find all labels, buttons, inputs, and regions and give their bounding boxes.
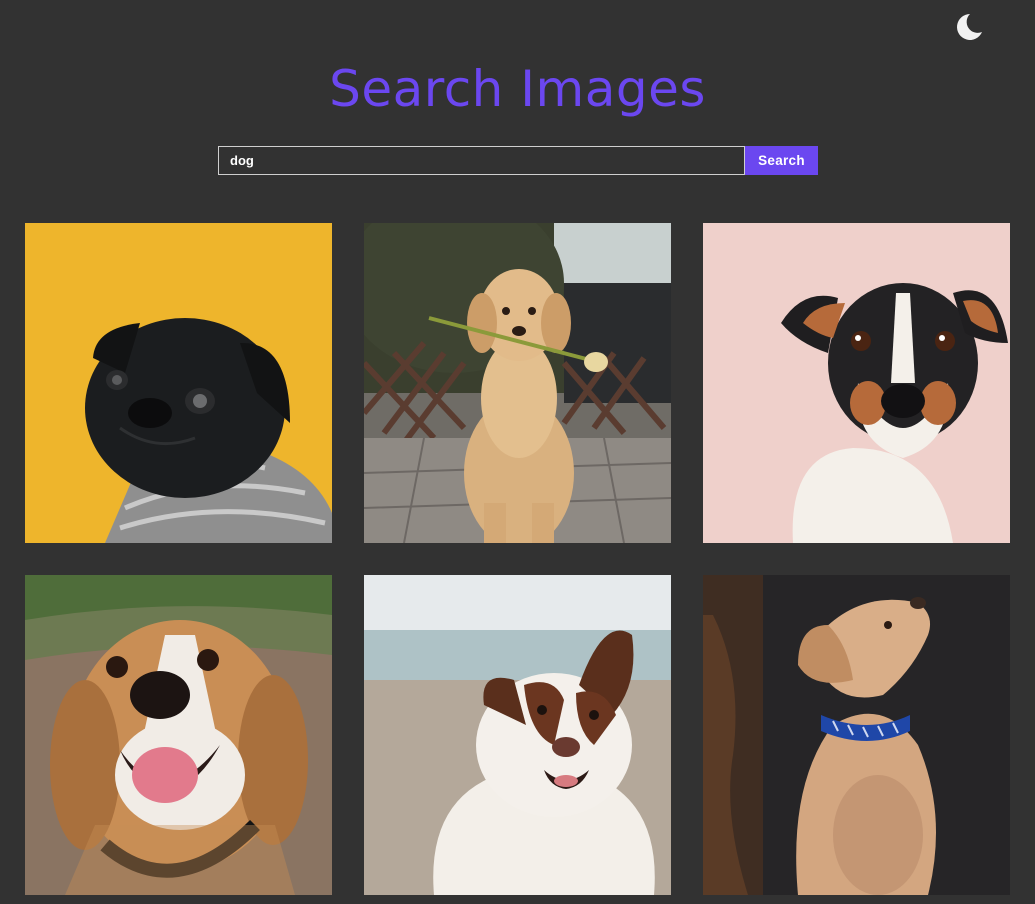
result-image-terrier[interactable] bbox=[703, 223, 1010, 543]
result-image-pug[interactable] bbox=[25, 223, 332, 543]
border-collie-image bbox=[364, 575, 671, 895]
labrador-puppy-image bbox=[703, 575, 1010, 895]
golden-retriever-image bbox=[364, 223, 671, 543]
result-image-labrador-puppy[interactable] bbox=[703, 575, 1010, 895]
beagle-image bbox=[25, 575, 332, 895]
terrier-image bbox=[703, 223, 1010, 543]
image-results-grid bbox=[0, 0, 1035, 904]
result-image-beagle[interactable] bbox=[25, 575, 332, 895]
page: Search Images Search bbox=[0, 0, 1035, 904]
result-image-border-collie[interactable] bbox=[364, 575, 671, 895]
pug-image bbox=[25, 223, 332, 543]
result-image-golden-retriever[interactable] bbox=[364, 223, 671, 543]
